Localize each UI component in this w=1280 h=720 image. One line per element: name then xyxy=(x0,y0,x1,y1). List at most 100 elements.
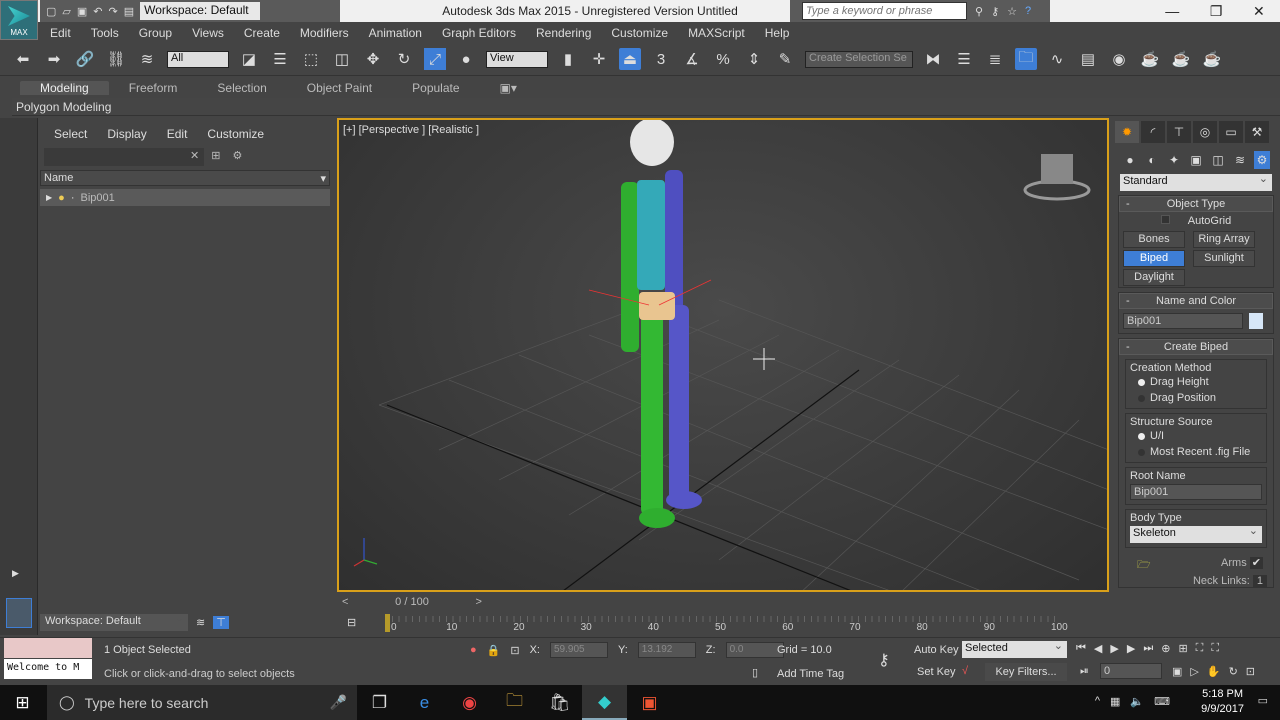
explorer-menu-edit[interactable]: Edit xyxy=(167,127,188,141)
maxscript-listener-output[interactable] xyxy=(4,638,92,658)
go-to-end-icon[interactable]: ⏭ xyxy=(1143,642,1153,655)
menu-maxscript[interactable]: MAXScript xyxy=(678,26,755,40)
minimize-button[interactable]: — xyxy=(1165,3,1179,19)
bones-button[interactable]: Bones xyxy=(1123,231,1185,248)
selection-filter-dropdown[interactable]: All xyxy=(167,50,229,68)
recording-app-icon[interactable]: ▣ xyxy=(627,685,672,720)
file-explorer-icon[interactable]: 🗀 xyxy=(492,685,537,720)
clear-search-icon[interactable]: ✕ xyxy=(190,149,199,162)
space-warps-icon[interactable]: ≋ xyxy=(1232,151,1248,169)
scene-explorer-icon[interactable]: 🗀 xyxy=(1015,48,1037,70)
tab-modeling[interactable]: Modeling xyxy=(20,81,109,95)
manipulate-icon[interactable]: ✛ xyxy=(588,48,610,70)
time-tag-icon[interactable]: ▯ xyxy=(752,666,758,679)
field-of-view-icon[interactable]: ▷ xyxy=(1190,665,1198,678)
explorer-toggle-button[interactable] xyxy=(6,598,32,628)
list-item[interactable]: ▶ ● · Bip001 xyxy=(40,189,330,206)
open-file-icon[interactable]: ▱ xyxy=(62,5,70,18)
arms-checkbox[interactable]: ✔ xyxy=(1249,557,1263,569)
absolute-mode-icon[interactable]: ⊡ xyxy=(510,644,519,657)
auto-key-button[interactable]: Auto Key xyxy=(914,644,959,656)
current-frame-field[interactable]: 0 xyxy=(1100,663,1162,679)
help-icon[interactable]: ? xyxy=(1025,5,1031,17)
ring-array-button[interactable]: Ring Array xyxy=(1193,231,1255,248)
shapes-icon[interactable]: ◐ xyxy=(1144,151,1160,169)
lights-icon[interactable]: ✦ xyxy=(1166,151,1182,169)
schematic-view-icon[interactable]: ▤ xyxy=(1077,48,1099,70)
explorer-search-field[interactable] xyxy=(44,148,204,166)
reference-coordinate-dropdown[interactable]: View xyxy=(486,50,548,68)
fig-file-radio[interactable]: Most Recent .fig File xyxy=(1130,444,1262,460)
options-icon[interactable]: ⚙ xyxy=(232,149,242,162)
menu-group[interactable]: Group xyxy=(129,26,182,40)
windows-start-icon[interactable]: ⊞ xyxy=(0,685,45,720)
max-application-button[interactable]: MAX xyxy=(0,0,38,40)
rotate-icon[interactable]: ↻ xyxy=(393,48,415,70)
redo-icon[interactable]: ↷ xyxy=(109,5,118,18)
edge-icon[interactable]: e xyxy=(402,685,447,720)
tab-object-paint[interactable]: Object Paint xyxy=(287,81,392,95)
display-tab-icon[interactable]: ▭ xyxy=(1219,121,1243,143)
current-frame-marker[interactable] xyxy=(385,614,390,632)
motion-tab-icon[interactable]: ◎ xyxy=(1193,121,1217,143)
explorer-menu-display[interactable]: Display xyxy=(107,127,146,141)
material-editor-icon[interactable]: ◉ xyxy=(1108,48,1130,70)
pivot-center-icon[interactable]: ▮ xyxy=(557,48,579,70)
scale-icon[interactable]: ⤢ xyxy=(424,48,446,70)
modify-tab-icon[interactable]: ◜ xyxy=(1141,121,1165,143)
redo-icon[interactable]: ➡ xyxy=(43,48,65,70)
key-mode-dropdown[interactable]: Selected xyxy=(962,639,1067,658)
keyword-search-input[interactable] xyxy=(802,2,967,20)
autogrid-checkbox[interactable]: AutoGrid xyxy=(1119,212,1273,230)
menu-tools[interactable]: Tools xyxy=(81,26,129,40)
workspace-dropdown[interactable]: Workspace: Default xyxy=(140,2,261,20)
key-filters-button[interactable]: Key Filters... xyxy=(985,663,1067,681)
create-tab-icon[interactable]: ✹ xyxy=(1115,121,1139,143)
named-selection-set-dropdown[interactable]: Create Selection Se xyxy=(805,50,913,68)
utilities-tab-icon[interactable]: ⚒ xyxy=(1245,121,1269,143)
menu-edit[interactable]: Edit xyxy=(40,26,81,40)
spinner-snap-icon[interactable]: ⇕ xyxy=(743,48,765,70)
move-icon[interactable]: ✥ xyxy=(362,48,384,70)
task-view-icon[interactable]: ❐ xyxy=(357,685,402,720)
explorer-menu-select[interactable]: Select xyxy=(54,127,87,141)
key-tangent-icon[interactable]: √ xyxy=(962,665,968,677)
tab-populate[interactable]: Populate xyxy=(392,81,479,95)
orbit-icon[interactable]: ↻ xyxy=(1229,665,1238,678)
set-key-icon[interactable]: ⚷ xyxy=(878,650,890,670)
object-name-field[interactable]: Bip001 xyxy=(1123,313,1243,329)
percent-snap-icon[interactable]: % xyxy=(712,48,734,70)
selection-lock-icon[interactable]: 🔒 xyxy=(487,644,501,657)
star-icon[interactable]: ☆ xyxy=(1007,5,1017,18)
undo-icon[interactable]: ⬅ xyxy=(12,48,34,70)
go-to-start-icon[interactable]: ⏮ xyxy=(1076,642,1086,655)
new-file-icon[interactable]: ▢ xyxy=(46,5,56,18)
geometry-icon[interactable]: ● xyxy=(1122,151,1138,169)
key-icon[interactable]: ⚷ xyxy=(991,5,999,18)
unlink-icon[interactable]: ⛓ xyxy=(105,48,127,70)
3dsmax-taskbar-icon[interactable]: ◆ xyxy=(582,685,627,720)
ribbon-options-icon[interactable]: ▣▾ xyxy=(480,81,537,95)
root-name-field[interactable]: Bip001 xyxy=(1130,484,1262,500)
maxscript-mini-listener[interactable]: Welcome to M xyxy=(4,659,92,679)
explorer-workspace-dropdown[interactable]: Workspace: Default xyxy=(40,612,188,631)
place-icon[interactable]: ● xyxy=(455,48,477,70)
body-type-dropdown[interactable]: Skeleton xyxy=(1130,524,1262,543)
play-icon[interactable]: ▶ xyxy=(1110,642,1118,655)
drag-position-radio[interactable]: Drag Position xyxy=(1130,390,1262,406)
rendered-frame-window-icon[interactable]: ☕ xyxy=(1170,48,1192,70)
prev-frame-icon[interactable]: < xyxy=(342,596,348,608)
cameras-icon[interactable]: ▣ xyxy=(1188,151,1204,169)
render-production-icon[interactable]: ☕ xyxy=(1201,48,1223,70)
layer-explorer-icon[interactable]: ≋ xyxy=(196,616,205,629)
mirror-icon[interactable]: ⧓ xyxy=(922,48,944,70)
action-center-icon[interactable]: ▭ xyxy=(1258,694,1268,707)
project-folder-icon[interactable]: ▤ xyxy=(124,5,134,18)
zoom-all-icon[interactable]: ⊞ xyxy=(1178,642,1187,655)
undo-icon[interactable]: ↶ xyxy=(93,5,102,18)
ui-radio[interactable]: U/I xyxy=(1130,428,1262,444)
set-key-button[interactable]: Set Key xyxy=(917,666,956,678)
system-clock[interactable]: 5:18 PM 9/9/2017 xyxy=(1201,687,1244,717)
volume-icon[interactable]: 🔈 xyxy=(1130,695,1144,708)
tab-selection[interactable]: Selection xyxy=(197,81,286,95)
